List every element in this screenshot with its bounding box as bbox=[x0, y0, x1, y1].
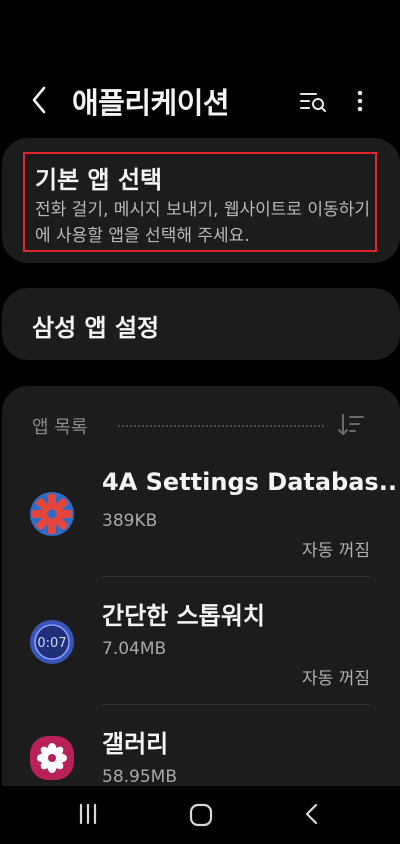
home-icon bbox=[189, 803, 213, 827]
recent-apps-icon bbox=[79, 803, 97, 825]
app-name: 간단한 스톱워치 bbox=[102, 602, 265, 630]
app-size: 389KB bbox=[102, 511, 158, 531]
settings-database-icon bbox=[30, 492, 74, 536]
back-button[interactable] bbox=[26, 84, 54, 116]
header-bar: 애플리케이션 bbox=[0, 70, 400, 130]
app-status: 자동 꺼짐 bbox=[302, 669, 370, 689]
search-list-button[interactable] bbox=[298, 88, 328, 114]
sort-icon bbox=[338, 414, 364, 435]
app-size: 58.95MB bbox=[102, 767, 177, 786]
app-list-card: 앱 목록 4A Settings Databas.. 389KB 자동 꺼짐 0… bbox=[2, 386, 400, 786]
more-options-button[interactable] bbox=[350, 86, 370, 116]
row-divider bbox=[102, 576, 370, 577]
app-list-item[interactable]: 0:07 간단한 스톱워치 7.04MB 자동 꺼짐 bbox=[2, 582, 400, 710]
navigation-bar bbox=[0, 786, 400, 844]
app-size: 7.04MB bbox=[102, 639, 167, 659]
default-apps-title: 기본 앱 선택 bbox=[35, 166, 163, 194]
app-name: 갤러리 bbox=[102, 730, 169, 758]
section-divider bbox=[118, 425, 324, 427]
samsung-app-settings-item[interactable]: 삼성 앱 설정 bbox=[2, 288, 400, 360]
home-button[interactable] bbox=[188, 802, 214, 828]
row-divider bbox=[102, 704, 370, 705]
default-apps-card: 기본 앱 선택 전화 걸기, 메시지 보내기, 웹사이트로 이동하기에 사용할 … bbox=[2, 138, 400, 263]
gallery-flower-icon bbox=[30, 736, 74, 780]
page-title: 애플리케이션 bbox=[72, 86, 230, 120]
default-apps-description: 전화 걸기, 메시지 보내기, 웹사이트로 이동하기에 사용할 앱을 선택해 주… bbox=[35, 200, 370, 246]
svg-text:0:07: 0:07 bbox=[37, 636, 66, 651]
stopwatch-icon: 0:07 bbox=[30, 620, 74, 664]
system-back-button[interactable] bbox=[302, 802, 322, 826]
app-list-section-label: 앱 목록 bbox=[32, 417, 88, 438]
samsung-app-settings-label: 삼성 앱 설정 bbox=[32, 314, 160, 342]
app-status: 자동 꺼짐 bbox=[302, 541, 370, 561]
app-name: 4A Settings Databas.. bbox=[102, 468, 397, 496]
back-icon bbox=[305, 803, 318, 825]
recent-apps-button[interactable] bbox=[76, 802, 100, 826]
search-list-icon bbox=[300, 93, 326, 112]
default-apps-item[interactable]: 기본 앱 선택 전화 걸기, 메시지 보내기, 웹사이트로 이동하기에 사용할 … bbox=[23, 152, 377, 252]
app-list-item[interactable]: 4A Settings Databas.. 389KB 자동 꺼짐 bbox=[2, 454, 400, 582]
back-chevron-icon bbox=[32, 86, 46, 114]
sort-button[interactable] bbox=[336, 412, 366, 438]
more-vertical-icon bbox=[357, 90, 363, 112]
app-list-item[interactable]: 갤러리 58.95MB bbox=[2, 710, 400, 786]
